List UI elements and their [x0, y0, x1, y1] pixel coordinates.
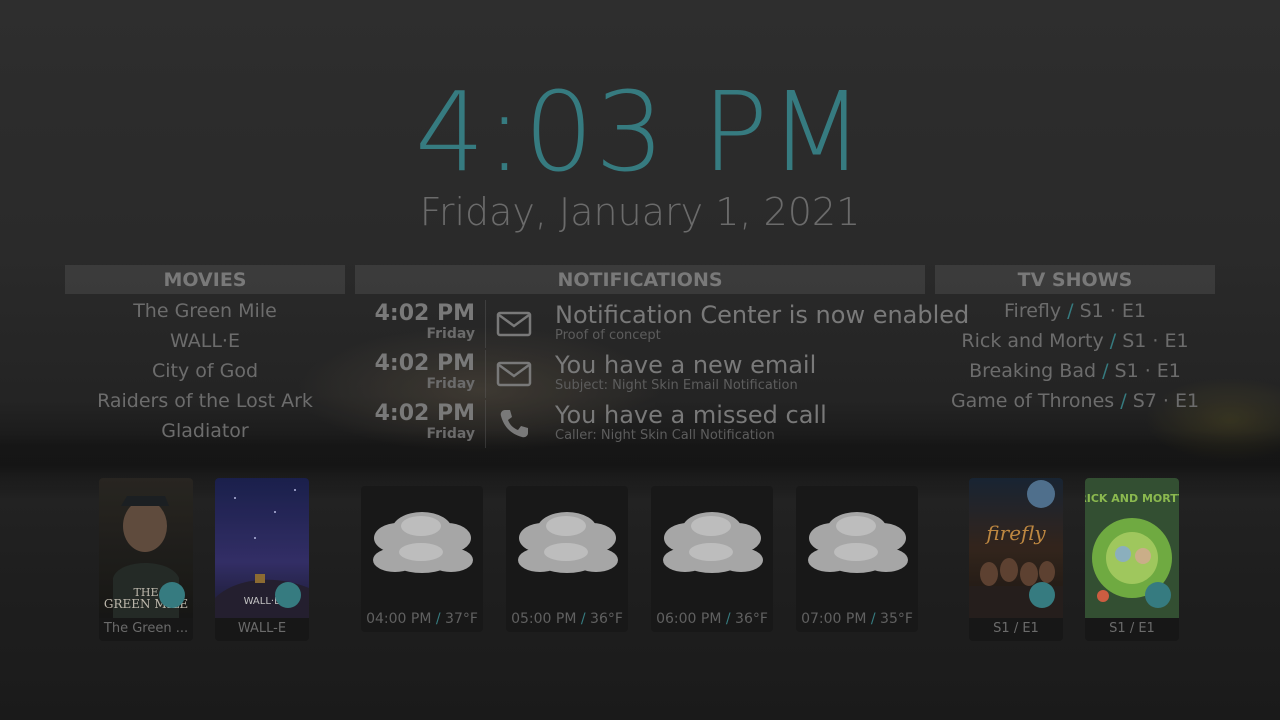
tvshows-header[interactable]: TV SHOWS: [935, 265, 1215, 294]
poster-label: S1 / E1: [993, 621, 1039, 636]
movie-item[interactable]: City of God: [65, 357, 345, 387]
notification-title: You have a new email: [555, 351, 817, 379]
separator: /: [431, 611, 446, 627]
weather-time: 07:00 PM: [801, 611, 867, 627]
mail-icon: [496, 311, 532, 337]
movie-item[interactable]: The Green Mile: [65, 297, 345, 327]
watched-indicator-icon: [1145, 582, 1171, 608]
separator: /: [1114, 390, 1133, 412]
notification-divider: [485, 300, 486, 348]
notification-divider: [485, 400, 486, 448]
weather-temp: 35°F: [880, 611, 913, 627]
svg-text:firefly: firefly: [984, 521, 1046, 545]
weather-time: 05:00 PM: [511, 611, 577, 627]
weather-hour-label: 06:00 PM / 36°F: [651, 608, 773, 630]
notification-time: 4:02 PM: [374, 401, 475, 426]
separator: /: [576, 611, 591, 627]
weather-hour-label: 05:00 PM / 36°F: [506, 608, 628, 630]
notification-day: Friday: [426, 376, 475, 392]
notification-title: Notification Center is now enabled: [555, 301, 970, 329]
notification-subtitle: Caller: Night Skin Call Notification: [555, 428, 775, 443]
notification-divider: [485, 350, 486, 398]
weather-hour-card[interactable]: 04:00 PM / 37°F: [361, 486, 483, 632]
movie-poster-card[interactable]: THE GREEN MILE The Green ...: [99, 478, 193, 641]
tvshow-title: Firefly: [1004, 300, 1062, 322]
tvshow-title: Game of Thrones: [950, 390, 1115, 412]
tvshow-episode: S1 · E1: [1122, 330, 1189, 352]
movie-poster-card[interactable]: WALL·E WALL-E: [215, 478, 309, 641]
weather-hour-card[interactable]: 05:00 PM / 36°F: [506, 486, 628, 632]
movie-item[interactable]: WALL·E: [65, 327, 345, 357]
weather-hour-card[interactable]: 06:00 PM / 36°F: [651, 486, 773, 632]
movie-item[interactable]: Gladiator: [65, 417, 345, 447]
weather-hour-label: 04:00 PM / 37°F: [361, 608, 483, 630]
notification-title: You have a missed call: [555, 401, 827, 429]
watched-indicator-icon: [1029, 582, 1055, 608]
phone-icon: [500, 410, 528, 438]
tvshow-item[interactable]: Firefly / S1 · E1: [935, 297, 1215, 327]
notifications-header[interactable]: NOTIFICATIONS: [355, 265, 925, 294]
tvshow-item[interactable]: Breaking Bad / S1 · E1: [935, 357, 1215, 387]
notification-subtitle: Proof of concept: [555, 328, 661, 343]
poster-label: S1 / E1: [1109, 621, 1155, 636]
tvshow-episode: S1 · E1: [1079, 300, 1146, 322]
clock-date: Friday, January 1, 2021: [419, 190, 861, 234]
notification-item[interactable]: 4:02 PM Friday You have a missed call Ca…: [356, 400, 926, 450]
cloud-icon: [518, 512, 618, 573]
cloud-icon: [373, 512, 473, 573]
mail-icon: [496, 361, 532, 387]
notification-day: Friday: [426, 426, 475, 442]
tvshows-list: Firefly / S1 · E1 Rick and Morty / S1 · …: [935, 297, 1215, 417]
separator: /: [721, 611, 736, 627]
tvshow-episode: S7 · E1: [1132, 390, 1200, 412]
weather-temp: 36°F: [735, 611, 768, 627]
watched-indicator-icon: [275, 582, 301, 608]
cloud-icon: [663, 512, 763, 573]
movies-header[interactable]: MOVIES: [65, 265, 345, 294]
movie-item[interactable]: Raiders of the Lost Ark: [65, 387, 345, 417]
movies-list: The Green Mile WALL·E City of God Raider…: [65, 297, 345, 447]
notification-day: Friday: [426, 326, 475, 342]
weather-hour-label: 07:00 PM / 35°F: [796, 608, 918, 630]
watched-indicator-icon: [159, 582, 185, 608]
separator: /: [866, 611, 881, 627]
tvshow-title: Rick and Morty: [961, 330, 1104, 352]
tvshow-item[interactable]: Rick and Morty / S1 · E1: [935, 327, 1215, 357]
poster-label: WALL-E: [237, 621, 287, 636]
notification-time: 4:02 PM: [374, 351, 475, 376]
tvshow-item[interactable]: Game of Thrones / S7 · E1: [935, 387, 1215, 417]
notification-subtitle: Subject: Night Skin Email Notification: [555, 378, 798, 393]
cloud-icon: [808, 512, 908, 573]
tvshow-episode: S1 · E1: [1114, 360, 1181, 382]
separator: /: [1061, 300, 1080, 322]
notification-time: 4:02 PM: [374, 301, 475, 326]
tvshow-poster-card[interactable]: RICK AND MORTY S1 / E1: [1085, 478, 1179, 641]
tvshow-poster-card[interactable]: firefly S1 / E1: [969, 478, 1063, 641]
separator: /: [1103, 330, 1123, 352]
tvshow-title: Breaking Bad: [969, 360, 1097, 382]
weather-temp: 36°F: [590, 611, 623, 627]
poster-label: The Green ...: [103, 621, 189, 636]
weather-time: 06:00 PM: [656, 611, 722, 627]
svg-text:RICK AND MORTY: RICK AND MORTY: [1085, 492, 1179, 505]
separator: /: [1096, 360, 1115, 382]
notification-item[interactable]: 4:02 PM Friday Notification Center is no…: [356, 300, 969, 350]
weather-time: 04:00 PM: [366, 611, 432, 627]
weather-temp: 37°F: [445, 611, 478, 627]
notification-item[interactable]: 4:02 PM Friday You have a new email Subj…: [356, 350, 926, 400]
clock-time: 4:03 PM: [414, 68, 866, 196]
weather-hour-card[interactable]: 07:00 PM / 35°F: [796, 486, 918, 632]
